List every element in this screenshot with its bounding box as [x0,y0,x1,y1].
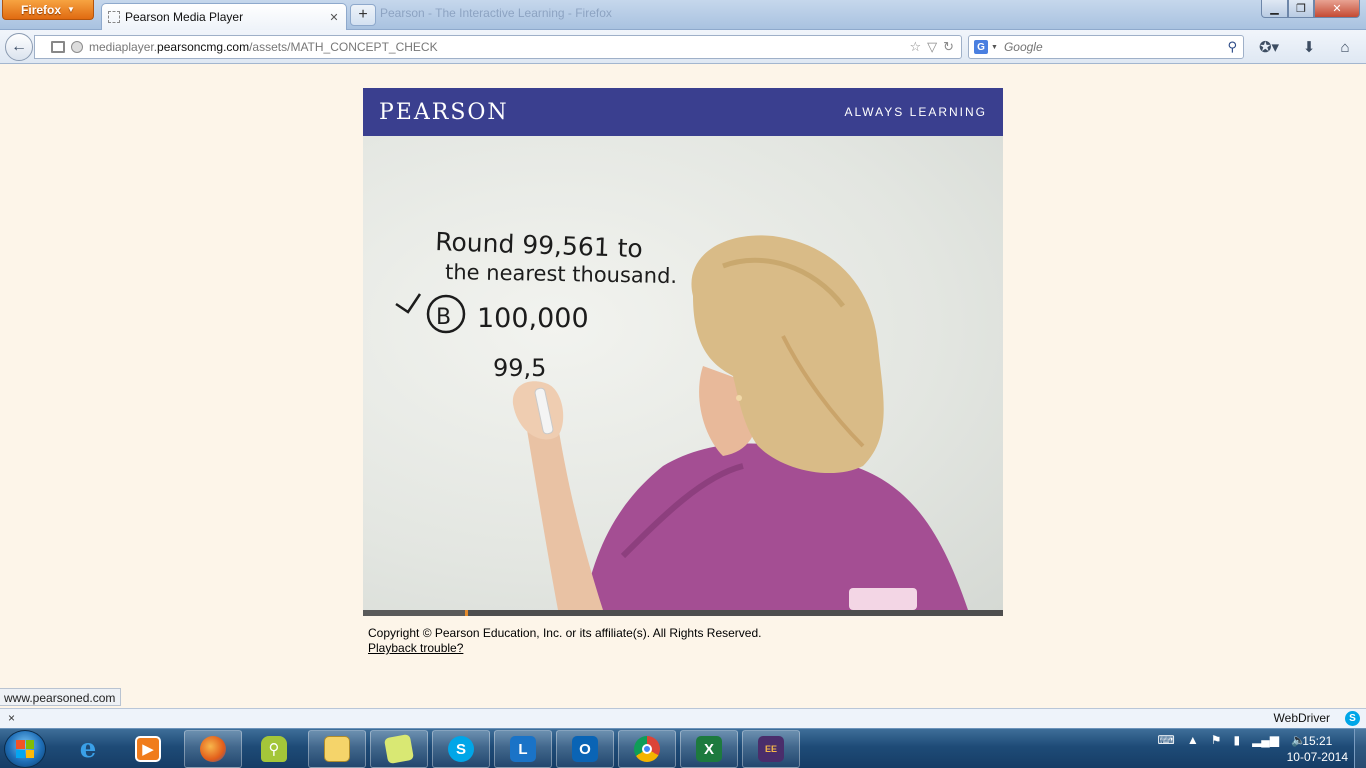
navigation-bar: mediaplayer.pearsoncmg.com/assets/MATH_C… [0,30,1366,64]
globe-icon[interactable] [71,41,83,53]
close-window-button[interactable]: ✕ [1314,0,1360,18]
addon-bar: × WebDriver S [0,708,1366,728]
windows-taskbar: e ▶ ⚲ S L O X EE ⌨ ▲ ⚑ ▮ ▂▄▆ 🔈 15:21 10-… [0,728,1366,768]
taskbar-skype[interactable]: S [432,730,490,768]
back-button[interactable]: ← [5,33,33,61]
checkmark-icon [395,293,422,314]
taskbar-chrome[interactable] [618,730,676,768]
taskbar-sticky-notes[interactable] [370,730,428,768]
outlook-icon: O [572,736,598,762]
progress-fill [363,610,466,616]
sticky-notes-icon [383,733,415,765]
bookmark-star-icon[interactable]: ☆ [909,39,921,55]
firefox-menu-label: Firefox [21,2,62,17]
pearson-tagline: ALWAYS LEARNING [844,105,987,119]
firefox-menu-button[interactable]: Firefox ▼ [2,0,94,20]
battery-icon[interactable]: ▮ [1233,733,1240,747]
new-tab-button[interactable]: + [350,4,376,26]
taskbar-explorer[interactable] [308,730,366,768]
taskbar-excel[interactable]: X [680,730,738,768]
address-bar[interactable]: mediaplayer.pearsoncmg.com/assets/MATH_C… [34,35,962,59]
back-arrow-icon: ← [11,38,27,55]
show-desktop-button[interactable] [1354,729,1366,768]
folder-icon [324,736,350,762]
taskbar-firefox[interactable] [184,730,242,768]
webdriver-label[interactable]: WebDriver [1274,711,1330,725]
lync-icon: L [510,736,536,762]
video-frame[interactable]: Round 99,561 to the nearest thousand. B … [363,136,1003,610]
clock-date: 10-07-2014 [1286,750,1348,764]
copyright-text: Copyright © Pearson Education, Inc. or i… [368,626,762,640]
taskbar-android[interactable]: ⚲ [248,730,300,768]
taskbar-media-player[interactable]: ▶ [122,730,174,768]
whiteboard-scene: Round 99,561 to the nearest thousand. B … [395,227,968,610]
url-path: /assets/MATH_CONCEPT_CHECK [249,40,438,54]
status-url: www.pearsoned.com [0,688,121,706]
skype-app-icon: S [448,736,474,762]
close-addon-bar-icon[interactable]: × [8,711,15,725]
java-ee-ide-icon: EE [758,736,784,762]
skype-icon[interactable]: S [1345,711,1360,726]
system-tray: ⌨ ▲ ⚑ ▮ ▂▄▆ 🔈 [1157,733,1306,747]
window-controls: ▁ ❐ ✕ [1261,0,1360,18]
video-progress-bar[interactable] [363,610,1003,616]
system-clock[interactable]: 15:21 10-07-2014 [1287,733,1348,765]
url-prefix: mediaplayer. [89,40,158,54]
search-engine-dropdown-icon[interactable]: ▼ [991,44,998,51]
taskbar-java-ee-ide[interactable]: EE [742,730,800,768]
url-text[interactable]: mediaplayer.pearsoncmg.com/assets/MATH_C… [89,40,909,54]
taskbar-outlook[interactable]: O [556,730,614,768]
pearson-logo[interactable]: PEARSON [379,100,509,125]
board-question-line2: the nearest thousand. [445,260,677,288]
close-tab-icon[interactable]: ✕ [326,9,342,25]
url-actions: ☆ ▽ ↻ [909,39,954,55]
downloads-button[interactable]: ⬇ [1296,36,1322,58]
network-signal-icon[interactable]: ▂▄▆ [1252,733,1279,747]
home-button[interactable]: ⌂ [1332,36,1358,58]
board-answer-letter: B [436,305,451,330]
toolbar-buttons: ✪▾ ⬇ ⌂ ⚙ [1252,36,1366,58]
bookmarks-menu-button[interactable]: ✪▾ [1252,36,1286,58]
url-domain: pearsoncmg.com [157,40,250,54]
minimize-button[interactable]: ▁ [1261,0,1288,18]
title-bar: Firefox ▼ Pearson Media Player ✕ + Pears… [0,0,1366,30]
excel-icon: X [696,736,722,762]
windows-logo-icon [16,740,34,758]
search-bar[interactable]: G ▼ ⚲ [968,35,1244,59]
progress-handle[interactable] [465,610,469,616]
playback-trouble-link[interactable]: Playback trouble? [368,641,761,656]
page-favicon-icon [108,11,120,23]
player-footer: Copyright © Pearson Education, Inc. or i… [368,626,761,656]
tab-pearson-media-player[interactable]: Pearson Media Player ✕ [101,3,347,30]
clock-time: 15:21 [1302,734,1333,748]
reload-icon[interactable]: ↻ [943,39,954,55]
firefox-icon [200,736,226,762]
search-input[interactable] [1003,40,1228,54]
action-center-flag-icon[interactable]: ⚑ [1211,733,1222,747]
taskbar-internet-explorer[interactable]: e [62,730,114,768]
board-question-line1: Round 99,561 to [435,227,643,263]
board-work: 99,5 [493,354,546,382]
taskbar-lync[interactable]: L [494,730,552,768]
keyboard-icon[interactable]: ⌨ [1157,733,1174,747]
window-title: Pearson - The Interactive Learning - Fir… [380,6,612,20]
start-button[interactable] [4,730,46,768]
teacher-figure [512,235,968,610]
pearson-banner: PEARSON ALWAYS LEARNING [363,88,1003,136]
tab-groups-icon[interactable] [51,41,65,53]
show-hidden-icons-icon[interactable]: ▲ [1187,733,1199,747]
media-player-icon: ▶ [135,736,161,762]
chevron-down-icon: ▼ [67,5,75,14]
tab-title: Pearson Media Player [125,10,244,24]
android-icon: ⚲ [261,736,287,762]
internet-explorer-icon: e [79,734,97,764]
history-dropdown-icon[interactable]: ▽ [927,39,937,55]
sticker-decor [849,588,917,610]
board-answer-value: 100,000 [477,303,589,334]
chrome-icon [634,736,660,762]
google-icon[interactable]: G [974,40,988,54]
maximize-button[interactable]: ❐ [1288,0,1314,18]
search-magnifier-icon[interactable]: ⚲ [1227,39,1237,55]
media-player: PEARSON ALWAYS LEARNING Round 99,561 to … [363,88,1003,616]
